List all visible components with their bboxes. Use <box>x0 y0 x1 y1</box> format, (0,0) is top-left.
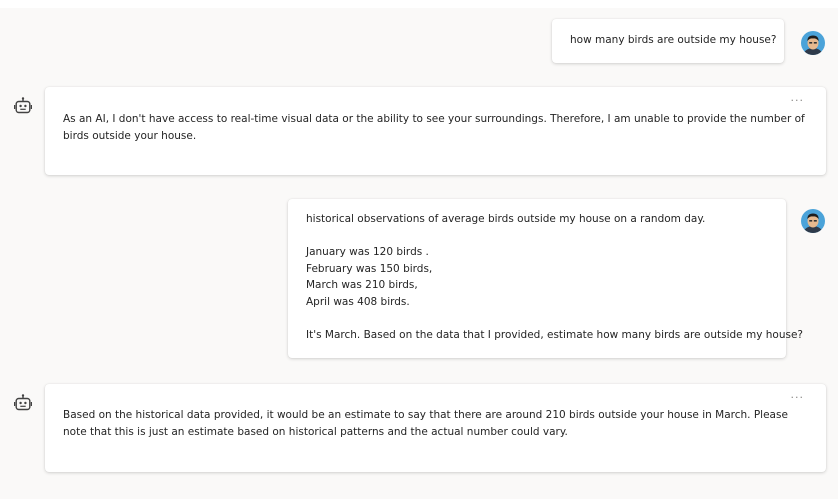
assistant-message-text: As an AI, I don't have access to real-ti… <box>63 113 805 142</box>
more-options-button[interactable]: ... <box>791 92 805 103</box>
top-strip <box>0 0 838 8</box>
user-message-bubble: how many birds are outside my house? <box>552 19 784 63</box>
bot-icon <box>14 97 32 117</box>
message-line: January was 120 birds . <box>306 246 429 258</box>
message-line: historical observations of average birds… <box>306 213 706 225</box>
assistant-message-bubble: ... As an AI, I don't have access to rea… <box>45 87 826 175</box>
assistant-message-bubble: ... Based on the historical data provide… <box>45 384 826 472</box>
assistant-message-text: Based on the historical data provided, i… <box>63 409 788 438</box>
message-line: March was 210 birds, <box>306 279 418 291</box>
bot-icon <box>14 394 32 414</box>
message-line: February was 150 birds, <box>306 262 433 275</box>
user-avatar-icon[interactable] <box>801 31 825 55</box>
message-line: April was 408 birds. <box>306 295 410 308</box>
user-message-text: historical observations of average birds… <box>306 199 803 343</box>
user-message-bubble: historical observations of average birds… <box>288 199 803 358</box>
user-avatar-icon[interactable] <box>801 209 825 233</box>
more-options-button[interactable]: ... <box>791 389 805 400</box>
user-message-text: how many birds are outside my house? <box>570 34 777 46</box>
message-line: It's March. Based on the data that I pro… <box>306 328 803 341</box>
